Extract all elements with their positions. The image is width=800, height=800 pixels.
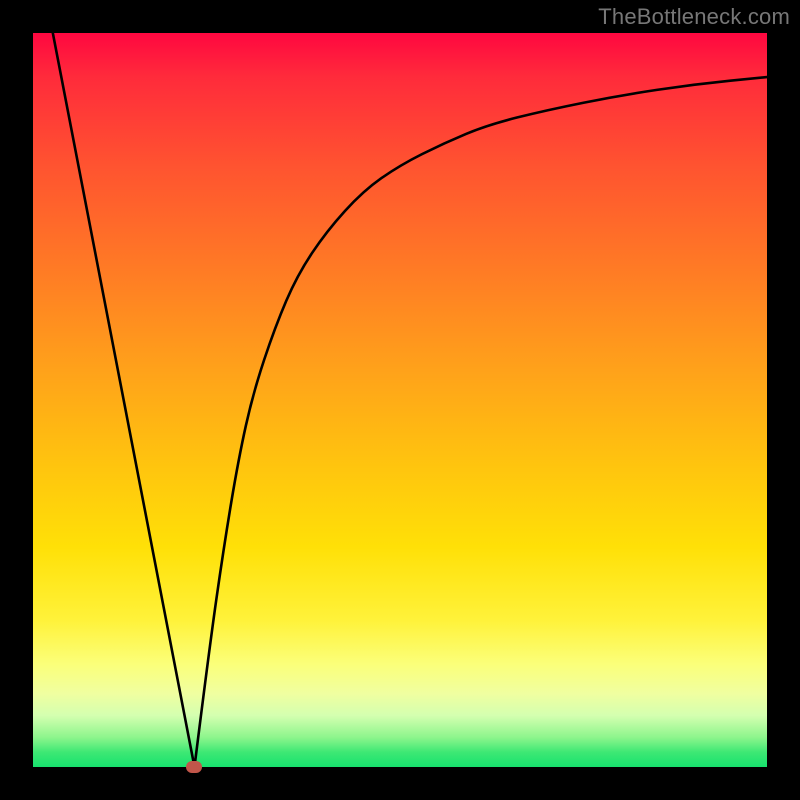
- bottleneck-curve: [33, 33, 767, 767]
- watermark-text: TheBottleneck.com: [598, 4, 790, 30]
- chart-frame: TheBottleneck.com: [0, 0, 800, 800]
- plot-area: [33, 33, 767, 767]
- optimal-point-marker: [186, 761, 202, 773]
